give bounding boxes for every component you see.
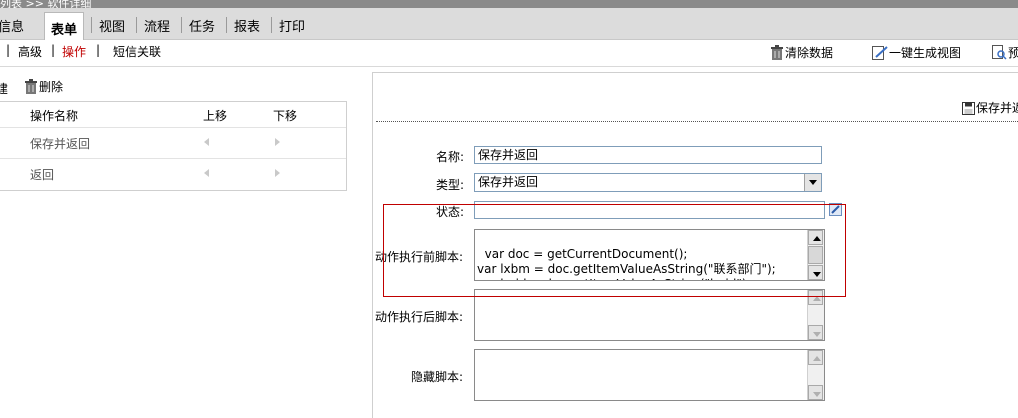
generate-view-label: 一键生成视图	[889, 46, 962, 60]
move-up-icon[interactable]	[204, 138, 209, 146]
trash-icon	[25, 79, 37, 94]
scrollbar[interactable]	[807, 290, 824, 340]
preview-label: 预	[1008, 46, 1018, 60]
tab-task[interactable]: 任务	[189, 16, 215, 35]
table-row[interactable]: 保存并返回	[0, 128, 346, 159]
scroll-up-icon[interactable]	[808, 350, 823, 365]
tab-flow[interactable]: 流程	[144, 16, 170, 35]
generate-view-icon	[872, 46, 888, 60]
post-script-label: 动作执行后脚本:	[375, 310, 464, 324]
save-return-button[interactable]: 保存并返	[962, 99, 1018, 116]
subtab-sms[interactable]: 短信关联	[113, 43, 161, 60]
delete-button[interactable]: 删除	[24, 78, 63, 95]
move-down-icon[interactable]	[275, 169, 280, 177]
scroll-down-icon[interactable]	[808, 325, 823, 340]
generate-view-button[interactable]: 一键生成视图	[872, 44, 961, 61]
chevron-down-icon[interactable]	[804, 174, 821, 191]
tab-separator	[226, 17, 227, 33]
tab-info[interactable]: 信息	[0, 16, 24, 35]
name-label: 名称:	[436, 150, 465, 164]
header-move-down: 下移	[273, 109, 298, 123]
sub-tab-bar: | 高级 | 操作 | 短信关联 清除数据 一键生成视图 预	[0, 40, 1018, 67]
subtab-separator: |	[6, 43, 11, 57]
preview-icon	[992, 45, 1007, 60]
table-header: 操作名称 上移 下移	[0, 102, 346, 128]
type-label: 类型:	[436, 178, 465, 192]
subtab-separator: |	[96, 43, 101, 57]
operation-table: 操作名称 上移 下移 保存并返回 返回	[0, 101, 347, 191]
subtab-operation[interactable]: 操作	[62, 43, 86, 60]
type-select[interactable]: 保存并返回	[474, 173, 822, 192]
trash-icon	[771, 45, 783, 60]
header-operation-name: 操作名称	[30, 109, 79, 123]
tab-view[interactable]: 视图	[99, 16, 125, 35]
clear-data-label: 清除数据	[785, 46, 834, 60]
main-tab-bar: 信息 表单 视图 流程 任务 报表 打印	[0, 8, 1018, 40]
tab-separator	[91, 17, 92, 33]
highlight-box	[383, 204, 846, 297]
tab-separator	[136, 17, 137, 33]
type-select-value: 保存并返回	[478, 175, 539, 189]
subtab-separator: |	[51, 43, 56, 57]
preview-button[interactable]: 预	[992, 44, 1018, 61]
table-row[interactable]: 返回	[0, 159, 346, 189]
breadcrumb: 列表 >> 软件详细	[0, 0, 1018, 8]
subtab-advanced[interactable]: 高级	[18, 43, 42, 60]
move-down-icon[interactable]	[275, 138, 280, 146]
tab-print[interactable]: 打印	[279, 16, 305, 35]
save-icon	[962, 102, 975, 115]
divider	[376, 121, 1018, 122]
save-return-label: 保存并返	[976, 101, 1018, 115]
scroll-down-icon[interactable]	[808, 385, 823, 400]
scrollbar[interactable]	[807, 350, 824, 400]
hidden-script-textarea[interactable]	[474, 349, 825, 401]
header-move-up: 上移	[203, 109, 228, 123]
operation-name-cell[interactable]: 返回	[30, 166, 54, 183]
delete-label: 删除	[39, 80, 64, 94]
tab-separator	[181, 17, 182, 33]
move-up-icon[interactable]	[204, 169, 209, 177]
tab-report[interactable]: 报表	[234, 16, 260, 35]
clear-data-button[interactable]: 清除数据	[770, 44, 833, 61]
tab-form[interactable]: 表单	[44, 12, 85, 40]
operation-name-cell[interactable]: 保存并返回	[30, 135, 90, 152]
tab-separator	[271, 17, 272, 33]
hidden-script-label: 隐藏脚本:	[411, 370, 464, 384]
breadcrumb-text: 列表 >> 软件详细	[0, 0, 92, 8]
name-input[interactable]: 保存并返回	[474, 146, 822, 164]
new-button[interactable]: 建	[0, 80, 8, 97]
